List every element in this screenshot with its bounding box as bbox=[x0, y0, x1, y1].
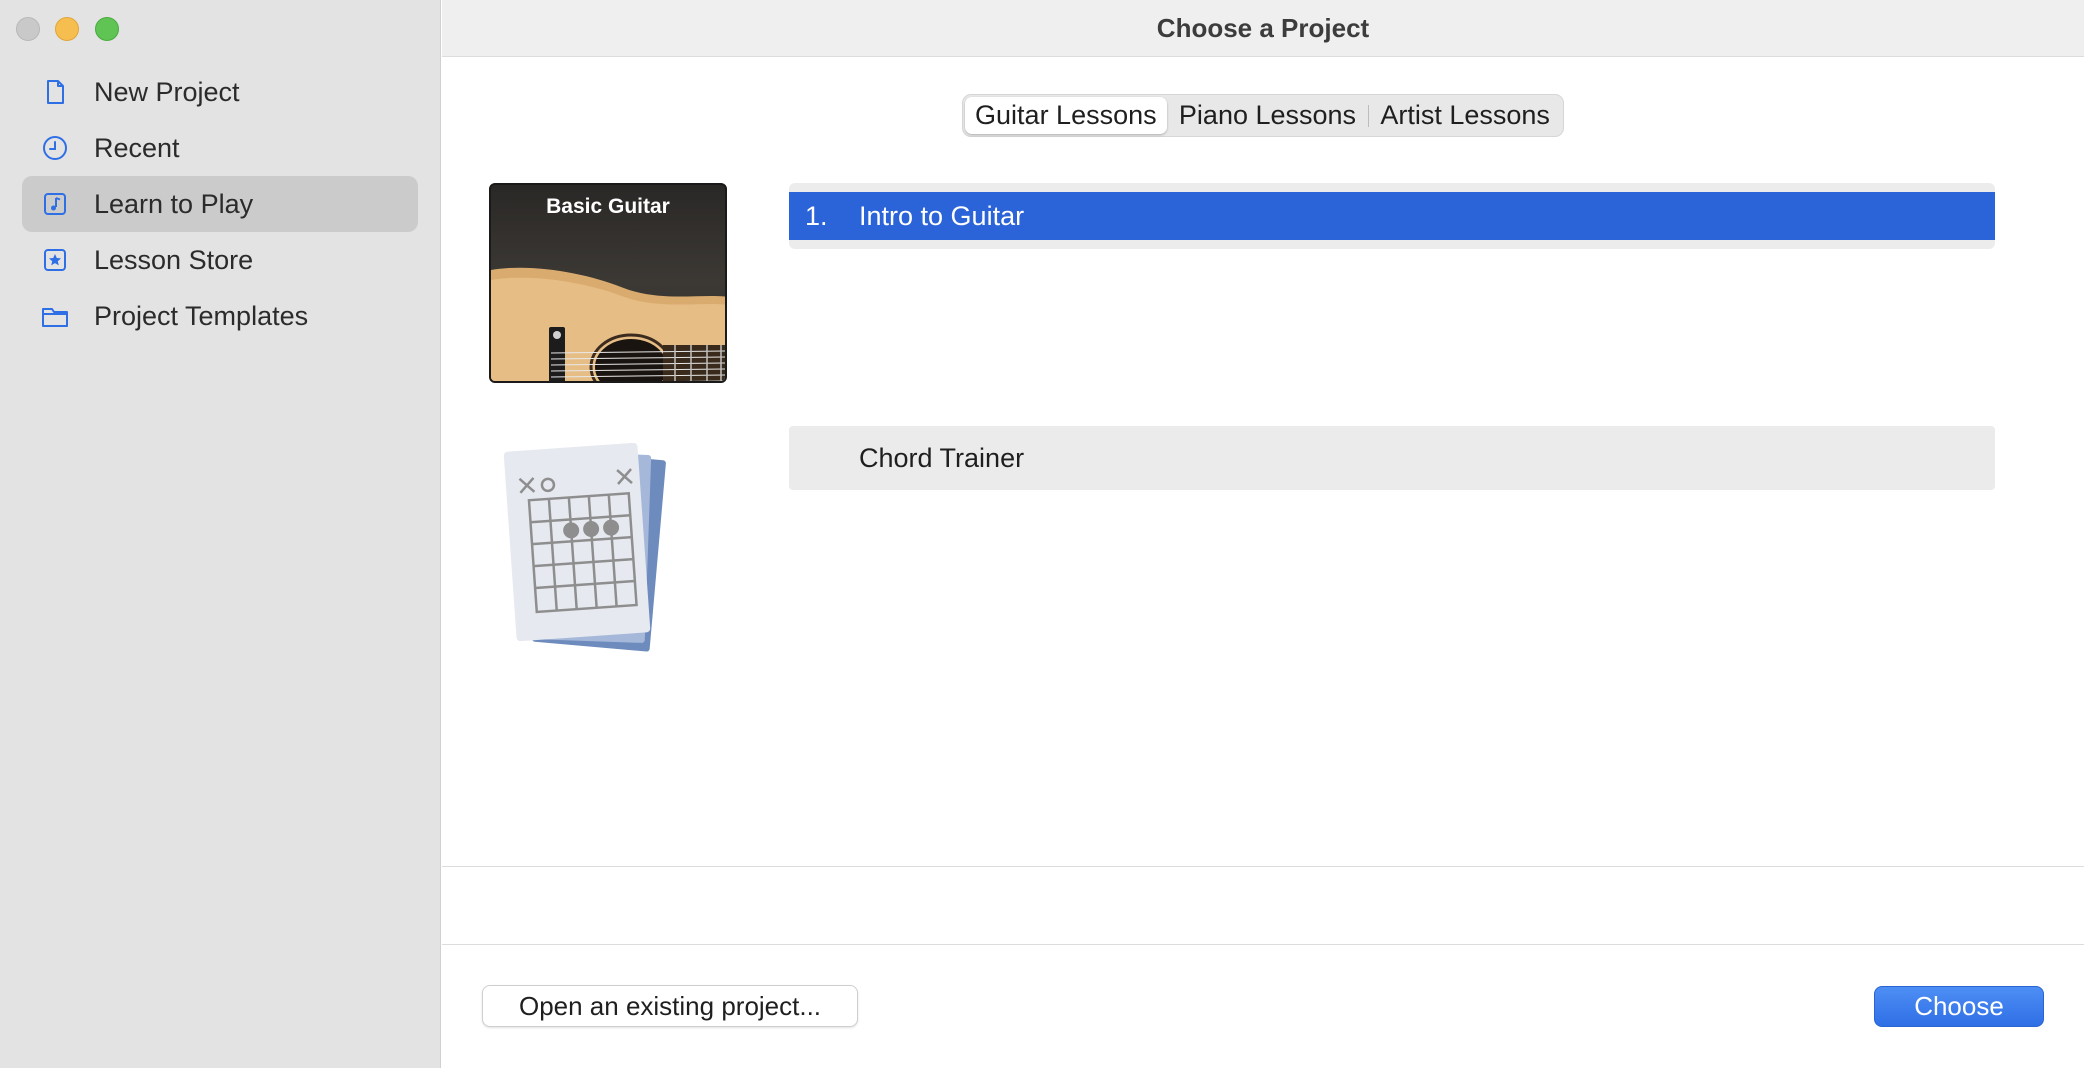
open-existing-project-button[interactable]: Open an existing project... bbox=[482, 985, 858, 1027]
sidebar-item-label: Lesson Store bbox=[94, 244, 254, 275]
sidebar-item-recent[interactable]: Recent bbox=[22, 120, 418, 176]
sidebar-item-project-templates[interactable]: Project Templates bbox=[22, 288, 418, 344]
lesson-row-intro-to-guitar[interactable]: 1. Intro to Guitar bbox=[789, 192, 1995, 240]
window-title: Choose a Project bbox=[1156, 12, 1370, 43]
tab-piano-lessons[interactable]: Piano Lessons bbox=[1167, 97, 1369, 134]
document-icon bbox=[40, 77, 70, 107]
main-panel: Choose a Project Guitar Lessons Piano Le… bbox=[442, 0, 2084, 1068]
divider bbox=[442, 944, 2084, 945]
tab-artist-lessons[interactable]: Artist Lessons bbox=[1369, 97, 1561, 134]
sidebar-item-label: Learn to Play bbox=[94, 188, 254, 219]
chord-trainer-thumbnail[interactable] bbox=[502, 442, 670, 653]
close-window-button[interactable] bbox=[16, 17, 40, 41]
sidebar-list: New Project Recent Learn to Play Lesson … bbox=[22, 64, 418, 344]
star-icon bbox=[40, 245, 70, 275]
sidebar: New Project Recent Learn to Play Lesson … bbox=[0, 0, 441, 1068]
sidebar-item-label: Project Templates bbox=[94, 300, 309, 331]
clock-icon bbox=[40, 133, 70, 163]
music-note-icon bbox=[40, 189, 70, 219]
choose-project-window: New Project Recent Learn to Play Lesson … bbox=[0, 0, 2084, 1068]
titlebar: Choose a Project bbox=[442, 0, 2084, 57]
basic-guitar-thumbnail[interactable]: Basic Guitar bbox=[489, 183, 727, 383]
lesson-row-chord-trainer[interactable]: Chord Trainer bbox=[789, 426, 1995, 490]
zoom-window-button[interactable] bbox=[95, 17, 119, 41]
sidebar-item-label: Recent bbox=[94, 132, 180, 163]
sidebar-item-label: New Project bbox=[94, 76, 240, 107]
lesson-label: Intro to Guitar bbox=[859, 200, 1025, 231]
sidebar-item-lesson-store[interactable]: Lesson Store bbox=[22, 232, 418, 288]
choose-button[interactable]: Choose bbox=[1874, 986, 2044, 1027]
lesson-number: 1. bbox=[805, 200, 828, 231]
minimize-window-button[interactable] bbox=[55, 17, 79, 41]
sidebar-item-learn-to-play[interactable]: Learn to Play bbox=[22, 176, 418, 232]
sidebar-item-new-project[interactable]: New Project bbox=[22, 64, 418, 120]
divider bbox=[442, 866, 2084, 867]
thumbnail-title: Basic Guitar bbox=[546, 195, 670, 218]
chord-diagram-icon bbox=[503, 442, 666, 652]
tab-guitar-lessons[interactable]: Guitar Lessons bbox=[965, 97, 1167, 134]
folder-icon bbox=[40, 301, 70, 331]
basic-guitar-lesson-list: 1. Intro to Guitar bbox=[789, 183, 1995, 249]
lesson-category-tabs: Guitar Lessons Piano Lessons Artist Less… bbox=[962, 94, 1564, 137]
